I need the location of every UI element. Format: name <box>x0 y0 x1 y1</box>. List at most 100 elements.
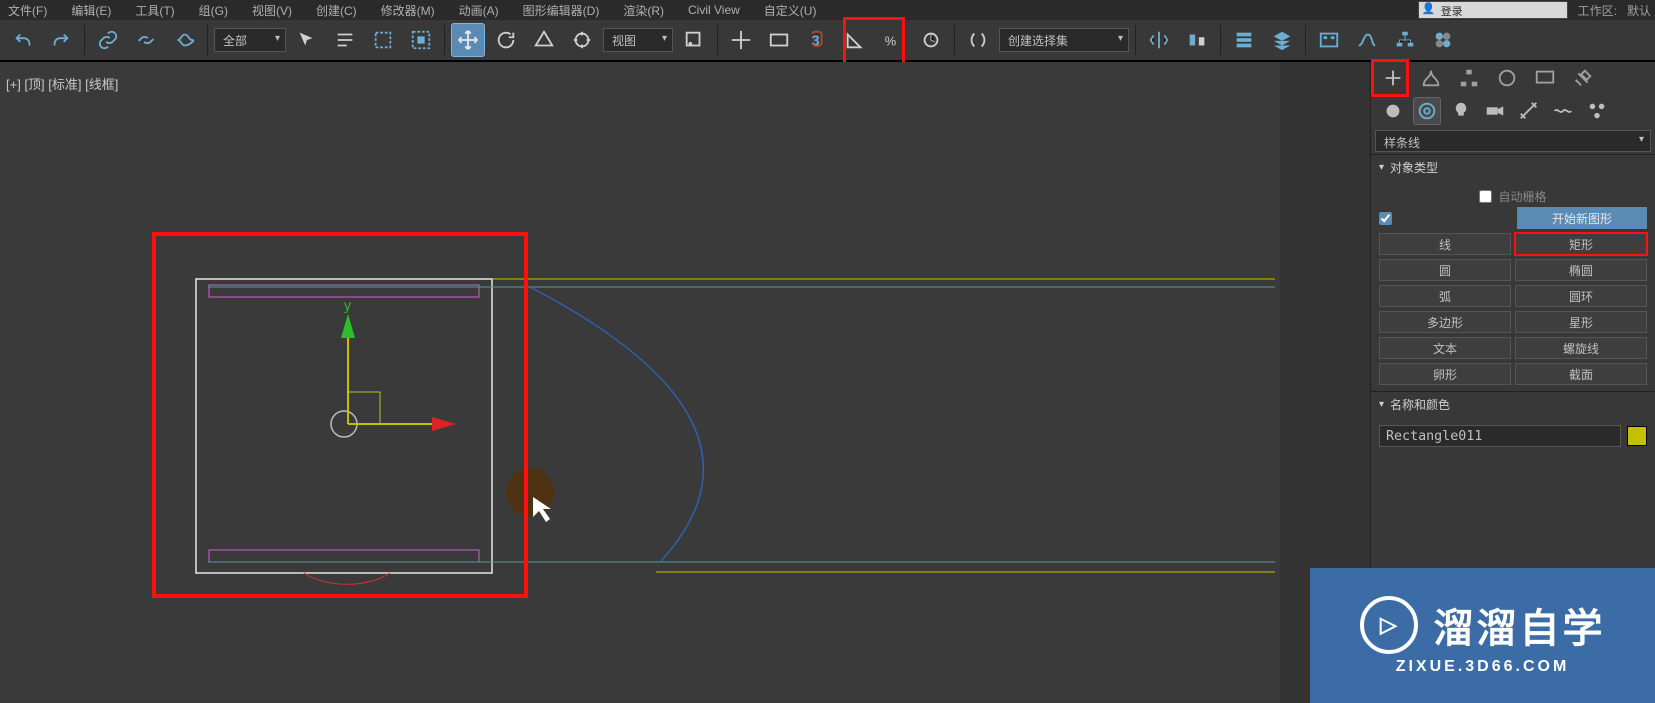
bind-icon[interactable] <box>167 23 201 57</box>
ribbon-icon[interactable] <box>1312 23 1346 57</box>
cat-spacewarps-icon[interactable] <box>1549 97 1577 125</box>
shape-star-button[interactable]: 星形 <box>1515 311 1647 333</box>
shape-egg-button[interactable]: 卵形 <box>1379 363 1511 385</box>
brand-title: 溜溜自学 <box>1434 596 1606 654</box>
menubar: 文件(F) 编辑(E) 工具(T) 组(G) 视图(V) 创建(C) 修改器(M… <box>0 0 1655 20</box>
cat-geometry-icon[interactable] <box>1379 97 1407 125</box>
toolbar-sep <box>1135 25 1136 55</box>
shape-section-button[interactable]: 截面 <box>1515 363 1647 385</box>
category-dropdown[interactable]: 样条线 <box>1375 130 1651 152</box>
rotate-gizmo-icon[interactable] <box>489 23 523 57</box>
viewport-top[interactable]: [+] [顶] [标准] [线框] y <box>0 62 1280 703</box>
toolbar-sep <box>84 25 85 55</box>
shape-line-button[interactable]: 线 <box>1379 233 1511 255</box>
svg-text:%: % <box>885 34 896 49</box>
shape-arc-button[interactable]: 弧 <box>1379 285 1511 307</box>
toolbar-sep <box>717 25 718 55</box>
tab-utilities[interactable] <box>1567 64 1599 92</box>
toolbar-sep <box>207 25 208 55</box>
shape-rectangle-button[interactable]: 矩形 <box>1515 233 1647 255</box>
menu-customize[interactable]: 自定义(U) <box>760 2 821 19</box>
tab-modify[interactable] <box>1415 64 1447 92</box>
menu-create[interactable]: 创建(C) <box>312 2 361 19</box>
mirror-icon[interactable] <box>1142 23 1176 57</box>
cat-shapes-icon[interactable] <box>1413 97 1441 125</box>
manipulate-icon[interactable] <box>724 23 758 57</box>
undo-icon[interactable] <box>6 23 40 57</box>
layer-manager-icon[interactable] <box>1265 23 1299 57</box>
menu-tools[interactable]: 工具(T) <box>131 2 178 19</box>
menu-view[interactable]: 视图(V) <box>248 2 296 19</box>
auto-grid-checkbox[interactable] <box>1479 190 1492 203</box>
cat-lights-icon[interactable] <box>1447 97 1475 125</box>
window-crossing-icon[interactable] <box>404 23 438 57</box>
menu-group[interactable]: 组(G) <box>195 2 232 19</box>
shape-ngon-button[interactable]: 多边形 <box>1379 311 1511 333</box>
rect-select-icon[interactable] <box>366 23 400 57</box>
named-selection-dropdown[interactable]: 创建选择集 <box>999 28 1129 52</box>
workspace-value[interactable]: 默认 <box>1627 2 1651 19</box>
move-gizmo-icon[interactable] <box>451 23 485 57</box>
tab-motion[interactable] <box>1491 64 1523 92</box>
toolbar-sep <box>1305 25 1306 55</box>
menu-grapheditors[interactable]: 图形编辑器(D) <box>519 2 604 19</box>
ref-coord-dropdown[interactable]: 视图 <box>603 28 673 52</box>
start-new-shape-checkbox[interactable] <box>1379 212 1392 225</box>
tab-display[interactable] <box>1529 64 1561 92</box>
auto-grid-label: 自动栅格 <box>1498 188 1546 205</box>
select-name-icon[interactable] <box>328 23 362 57</box>
brand-logo-icon: ▷ <box>1360 596 1418 654</box>
rollout-object-type[interactable]: 对象类型 <box>1371 154 1655 180</box>
shape-ellipse-button[interactable]: 椭圆 <box>1515 259 1647 281</box>
toolbar-sep <box>444 25 445 55</box>
menu-edit[interactable]: 编辑(E) <box>67 2 115 19</box>
spinner-snap-icon[interactable] <box>914 23 948 57</box>
shape-donut-button[interactable]: 圆环 <box>1515 285 1647 307</box>
rollout-name-color[interactable]: 名称和颜色 <box>1371 391 1655 417</box>
material-editor-icon[interactable] <box>1426 23 1460 57</box>
scale-gizmo-icon[interactable] <box>527 23 561 57</box>
viewport-canvas: y <box>0 62 1280 703</box>
menu-civilview[interactable]: Civil View <box>684 3 744 17</box>
menu-animation[interactable]: 动画(A) <box>455 2 503 19</box>
login-box[interactable]: 登录 <box>1418 1 1568 19</box>
placement-icon[interactable] <box>565 23 599 57</box>
percent-snap-icon[interactable]: % <box>876 23 910 57</box>
unlink-icon[interactable] <box>129 23 163 57</box>
cat-cameras-icon[interactable] <box>1481 97 1509 125</box>
tab-create[interactable] <box>1377 64 1409 92</box>
menu-modifiers[interactable]: 修改器(M) <box>377 2 439 19</box>
curve-editor-icon[interactable] <box>1350 23 1384 57</box>
schematic-view-icon[interactable] <box>1388 23 1422 57</box>
snap-toggle-icon[interactable]: 3 <box>800 23 834 57</box>
cat-helpers-icon[interactable] <box>1515 97 1543 125</box>
angle-snap-icon[interactable] <box>838 23 872 57</box>
menu-file[interactable]: 文件(F) <box>4 2 51 19</box>
layer-explorer-icon[interactable] <box>1227 23 1261 57</box>
shape-circle-button[interactable]: 圆 <box>1379 259 1511 281</box>
tab-hierarchy[interactable] <box>1453 64 1485 92</box>
rollout-object-type-body: 自动栅格 开始新图形 线 矩形 圆 椭圆 弧 圆环 多边形 星形 文本 螺旋线 … <box>1371 180 1655 391</box>
toolbar-sep <box>1220 25 1221 55</box>
main-toolbar: 全部 视图 3 % 创建选 <box>0 20 1655 62</box>
menu-render[interactable]: 渲染(R) <box>619 2 668 19</box>
shape-text-button[interactable]: 文本 <box>1379 337 1511 359</box>
align-icon[interactable] <box>1180 23 1214 57</box>
toolbar-sep <box>954 25 955 55</box>
select-object-icon[interactable] <box>290 23 324 57</box>
object-color-swatch[interactable] <box>1627 426 1647 446</box>
workspace-label: 工作区: <box>1578 2 1617 19</box>
menubar-right: 登录 工作区: 默认 <box>1418 1 1651 19</box>
create-category-row <box>1371 94 1655 128</box>
redo-icon[interactable] <box>44 23 78 57</box>
cat-systems-icon[interactable] <box>1583 97 1611 125</box>
selection-filter-dropdown[interactable]: 全部 <box>214 28 286 52</box>
object-name-input[interactable] <box>1379 425 1621 447</box>
use-pivot-icon[interactable] <box>677 23 711 57</box>
keyboard-shortcut-icon[interactable] <box>762 23 796 57</box>
shape-helix-button[interactable]: 螺旋线 <box>1515 337 1647 359</box>
selection-set-icon[interactable] <box>961 23 995 57</box>
link-icon[interactable] <box>91 23 125 57</box>
start-new-shape-button[interactable]: 开始新图形 <box>1517 207 1647 229</box>
svg-text:3: 3 <box>812 34 820 50</box>
